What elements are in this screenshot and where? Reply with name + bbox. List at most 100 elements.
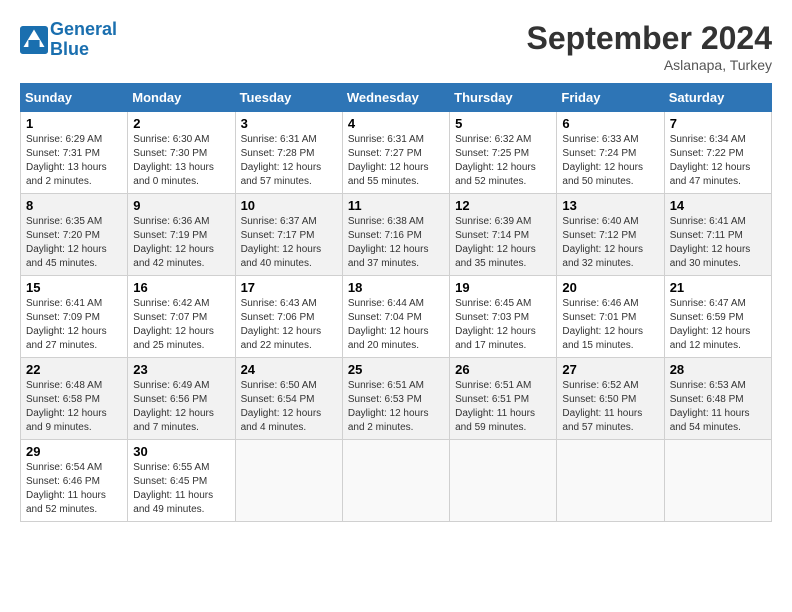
table-cell: 28 Sunrise: 6:53 AMSunset: 6:48 PMDaylig… <box>664 358 771 440</box>
day-number: 13 <box>562 198 658 213</box>
header-sunday: Sunday <box>21 84 128 112</box>
day-info: Sunrise: 6:55 AMSunset: 6:45 PMDaylight:… <box>133 461 229 517</box>
day-info: Sunrise: 6:40 AMSunset: 7:12 PMDaylight:… <box>562 215 658 271</box>
month-title: September 2024 <box>527 20 772 57</box>
day-info: Sunrise: 6:54 AMSunset: 6:46 PMDaylight:… <box>26 461 122 517</box>
table-cell: 10 Sunrise: 6:37 AMSunset: 7:17 PMDaylig… <box>235 194 342 276</box>
header-monday: Monday <box>128 84 235 112</box>
header-thursday: Thursday <box>450 84 557 112</box>
day-number: 22 <box>26 362 122 377</box>
day-number: 19 <box>455 280 551 295</box>
day-info: Sunrise: 6:37 AMSunset: 7:17 PMDaylight:… <box>241 215 337 271</box>
table-cell <box>557 440 664 522</box>
day-info: Sunrise: 6:43 AMSunset: 7:06 PMDaylight:… <box>241 297 337 353</box>
day-info: Sunrise: 6:42 AMSunset: 7:07 PMDaylight:… <box>133 297 229 353</box>
table-cell: 20 Sunrise: 6:46 AMSunset: 7:01 PMDaylig… <box>557 276 664 358</box>
table-cell <box>235 440 342 522</box>
day-number: 25 <box>348 362 444 377</box>
day-number: 10 <box>241 198 337 213</box>
day-info: Sunrise: 6:44 AMSunset: 7:04 PMDaylight:… <box>348 297 444 353</box>
day-info: Sunrise: 6:34 AMSunset: 7:22 PMDaylight:… <box>670 133 766 189</box>
title-block: September 2024 Aslanapa, Turkey <box>527 20 772 73</box>
table-cell: 3 Sunrise: 6:31 AMSunset: 7:28 PMDayligh… <box>235 112 342 194</box>
day-number: 1 <box>26 116 122 131</box>
location-subtitle: Aslanapa, Turkey <box>527 57 772 73</box>
day-info: Sunrise: 6:31 AMSunset: 7:27 PMDaylight:… <box>348 133 444 189</box>
day-number: 2 <box>133 116 229 131</box>
day-info: Sunrise: 6:51 AMSunset: 6:53 PMDaylight:… <box>348 379 444 435</box>
table-cell: 12 Sunrise: 6:39 AMSunset: 7:14 PMDaylig… <box>450 194 557 276</box>
day-number: 16 <box>133 280 229 295</box>
table-cell: 22 Sunrise: 6:48 AMSunset: 6:58 PMDaylig… <box>21 358 128 440</box>
table-cell: 8 Sunrise: 6:35 AMSunset: 7:20 PMDayligh… <box>21 194 128 276</box>
table-cell: 2 Sunrise: 6:30 AMSunset: 7:30 PMDayligh… <box>128 112 235 194</box>
day-info: Sunrise: 6:47 AMSunset: 6:59 PMDaylight:… <box>670 297 766 353</box>
day-number: 6 <box>562 116 658 131</box>
day-number: 8 <box>26 198 122 213</box>
day-number: 5 <box>455 116 551 131</box>
day-info: Sunrise: 6:50 AMSunset: 6:54 PMDaylight:… <box>241 379 337 435</box>
day-info: Sunrise: 6:52 AMSunset: 6:50 PMDaylight:… <box>562 379 658 435</box>
day-info: Sunrise: 6:39 AMSunset: 7:14 PMDaylight:… <box>455 215 551 271</box>
table-cell: 9 Sunrise: 6:36 AMSunset: 7:19 PMDayligh… <box>128 194 235 276</box>
day-info: Sunrise: 6:36 AMSunset: 7:19 PMDaylight:… <box>133 215 229 271</box>
day-number: 20 <box>562 280 658 295</box>
day-number: 21 <box>670 280 766 295</box>
day-info: Sunrise: 6:53 AMSunset: 6:48 PMDaylight:… <box>670 379 766 435</box>
header-row: Sunday Monday Tuesday Wednesday Thursday… <box>21 84 772 112</box>
day-info: Sunrise: 6:48 AMSunset: 6:58 PMDaylight:… <box>26 379 122 435</box>
day-number: 3 <box>241 116 337 131</box>
calendar-row: 8 Sunrise: 6:35 AMSunset: 7:20 PMDayligh… <box>21 194 772 276</box>
table-cell: 21 Sunrise: 6:47 AMSunset: 6:59 PMDaylig… <box>664 276 771 358</box>
day-info: Sunrise: 6:41 AMSunset: 7:09 PMDaylight:… <box>26 297 122 353</box>
table-cell: 23 Sunrise: 6:49 AMSunset: 6:56 PMDaylig… <box>128 358 235 440</box>
logo-text: General Blue <box>50 20 117 60</box>
day-number: 30 <box>133 444 229 459</box>
table-cell: 11 Sunrise: 6:38 AMSunset: 7:16 PMDaylig… <box>342 194 449 276</box>
day-number: 7 <box>670 116 766 131</box>
day-number: 15 <box>26 280 122 295</box>
day-info: Sunrise: 6:33 AMSunset: 7:24 PMDaylight:… <box>562 133 658 189</box>
day-info: Sunrise: 6:31 AMSunset: 7:28 PMDaylight:… <box>241 133 337 189</box>
day-info: Sunrise: 6:46 AMSunset: 7:01 PMDaylight:… <box>562 297 658 353</box>
table-cell: 19 Sunrise: 6:45 AMSunset: 7:03 PMDaylig… <box>450 276 557 358</box>
table-cell: 1 Sunrise: 6:29 AMSunset: 7:31 PMDayligh… <box>21 112 128 194</box>
day-number: 18 <box>348 280 444 295</box>
calendar-row: 15 Sunrise: 6:41 AMSunset: 7:09 PMDaylig… <box>21 276 772 358</box>
header-friday: Friday <box>557 84 664 112</box>
table-cell: 4 Sunrise: 6:31 AMSunset: 7:27 PMDayligh… <box>342 112 449 194</box>
table-cell <box>342 440 449 522</box>
table-cell: 13 Sunrise: 6:40 AMSunset: 7:12 PMDaylig… <box>557 194 664 276</box>
table-cell: 16 Sunrise: 6:42 AMSunset: 7:07 PMDaylig… <box>128 276 235 358</box>
day-number: 9 <box>133 198 229 213</box>
calendar-table: Sunday Monday Tuesday Wednesday Thursday… <box>20 83 772 522</box>
logo: General Blue <box>20 20 117 60</box>
day-info: Sunrise: 6:35 AMSunset: 7:20 PMDaylight:… <box>26 215 122 271</box>
day-number: 29 <box>26 444 122 459</box>
day-number: 27 <box>562 362 658 377</box>
header-tuesday: Tuesday <box>235 84 342 112</box>
day-number: 26 <box>455 362 551 377</box>
calendar-row: 29 Sunrise: 6:54 AMSunset: 6:46 PMDaylig… <box>21 440 772 522</box>
day-info: Sunrise: 6:41 AMSunset: 7:11 PMDaylight:… <box>670 215 766 271</box>
day-number: 23 <box>133 362 229 377</box>
logo-icon <box>20 26 48 54</box>
table-cell: 7 Sunrise: 6:34 AMSunset: 7:22 PMDayligh… <box>664 112 771 194</box>
table-cell: 26 Sunrise: 6:51 AMSunset: 6:51 PMDaylig… <box>450 358 557 440</box>
day-info: Sunrise: 6:29 AMSunset: 7:31 PMDaylight:… <box>26 133 122 189</box>
table-cell: 6 Sunrise: 6:33 AMSunset: 7:24 PMDayligh… <box>557 112 664 194</box>
header-wednesday: Wednesday <box>342 84 449 112</box>
day-number: 12 <box>455 198 551 213</box>
day-info: Sunrise: 6:45 AMSunset: 7:03 PMDaylight:… <box>455 297 551 353</box>
table-cell: 15 Sunrise: 6:41 AMSunset: 7:09 PMDaylig… <box>21 276 128 358</box>
day-number: 24 <box>241 362 337 377</box>
day-number: 11 <box>348 198 444 213</box>
table-cell: 14 Sunrise: 6:41 AMSunset: 7:11 PMDaylig… <box>664 194 771 276</box>
table-cell: 24 Sunrise: 6:50 AMSunset: 6:54 PMDaylig… <box>235 358 342 440</box>
day-info: Sunrise: 6:30 AMSunset: 7:30 PMDaylight:… <box>133 133 229 189</box>
table-cell: 18 Sunrise: 6:44 AMSunset: 7:04 PMDaylig… <box>342 276 449 358</box>
table-cell: 25 Sunrise: 6:51 AMSunset: 6:53 PMDaylig… <box>342 358 449 440</box>
day-info: Sunrise: 6:49 AMSunset: 6:56 PMDaylight:… <box>133 379 229 435</box>
table-cell: 30 Sunrise: 6:55 AMSunset: 6:45 PMDaylig… <box>128 440 235 522</box>
table-cell: 17 Sunrise: 6:43 AMSunset: 7:06 PMDaylig… <box>235 276 342 358</box>
